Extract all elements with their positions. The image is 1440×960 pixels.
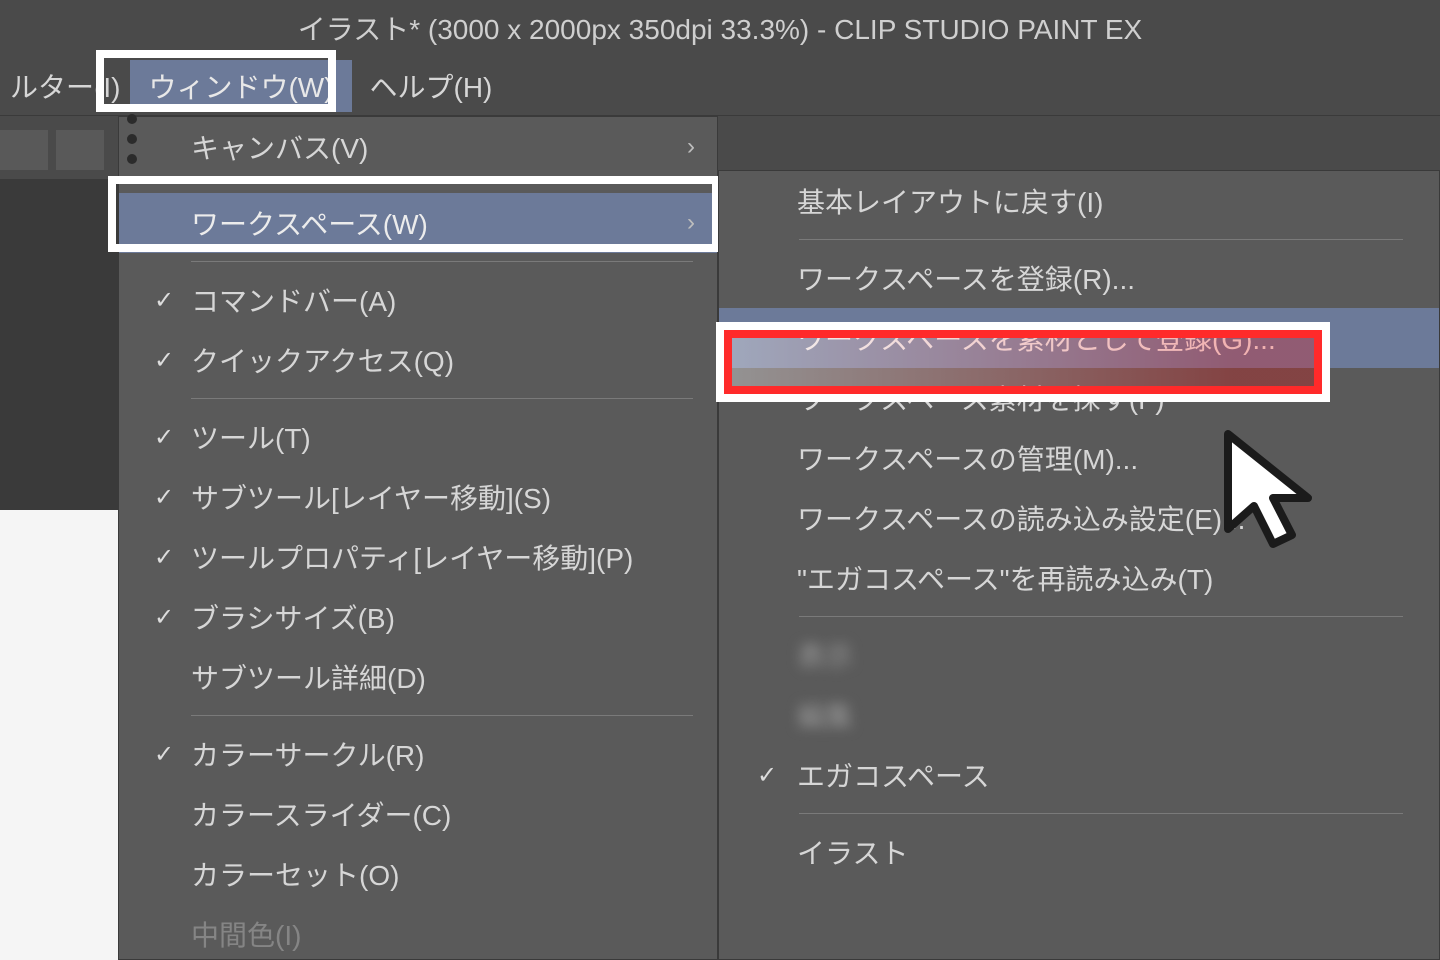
submenu-item-import-settings[interactable]: ワークスペースの読み込み設定(E)... <box>719 488 1439 548</box>
menu-item-label: 編集 <box>797 695 1417 735</box>
menu-separator <box>191 261 693 262</box>
menu-separator <box>799 616 1403 617</box>
menu-item-label: ワークスペース素材を探す(F) <box>797 378 1417 418</box>
menu-item-label: コマンドバー(A) <box>191 280 695 320</box>
menu-item-color-circle[interactable]: ✓ カラーサークル(R) <box>119 724 717 784</box>
submenu-item-reread-named[interactable]: "エガコスペース"を再読み込み(T) <box>719 548 1439 608</box>
dock-area <box>0 180 118 510</box>
menu-item-workspace[interactable]: ワークスペース(W) › <box>119 193 717 253</box>
menu-item-label: クイックアクセス(Q) <box>191 340 695 380</box>
menu-item-label: 中間色(I) <box>191 914 695 954</box>
check-icon: ✓ <box>137 423 191 452</box>
menu-item-label: ワークスペースを登録(R)... <box>797 258 1417 298</box>
menu-item-cutoff[interactable]: 中間色(I) <box>119 904 717 960</box>
menu-item-label: 基本レイアウトに戻す(I) <box>797 181 1417 221</box>
chevron-right-icon: › <box>665 209 695 237</box>
menu-item-label: ワークスペースの読み込み設定(E)... <box>797 498 1417 538</box>
check-icon: ✓ <box>737 761 797 790</box>
submenu-item-manage-workspace[interactable]: ワークスペースの管理(M)... <box>719 428 1439 488</box>
check-icon: ✓ <box>137 740 191 769</box>
menu-item-label: ワークスペース(W) <box>191 203 665 243</box>
menu-item-label: カラースライダー(C) <box>191 794 695 834</box>
menu-separator <box>191 715 693 716</box>
submenu-item-blurred[interactable]: 表示 <box>719 625 1439 685</box>
submenu-item-find-workspace-material[interactable]: ワークスペース素材を探す(F) <box>719 368 1439 428</box>
menu-item-subtool-detail[interactable]: サブツール詳細(D) <box>119 647 717 707</box>
check-icon: ✓ <box>137 483 191 512</box>
menu-item-color-set[interactable]: カラーセット(O) <box>119 844 717 904</box>
check-icon: ✓ <box>137 286 191 315</box>
menu-window[interactable]: ウィンドウ(W) <box>130 60 351 112</box>
menu-item-tool-property[interactable]: ✓ ツールプロパティ[レイヤー移動](P) <box>119 527 717 587</box>
menu-item-label: サブツール[レイヤー移動](S) <box>191 477 695 517</box>
window-titlebar: イラスト* (3000 x 2000px 350dpi 33.3%) - CLI… <box>0 0 1440 56</box>
window-title: イラスト* (3000 x 2000px 350dpi 33.3%) - CLI… <box>298 8 1142 48</box>
check-icon: ✓ <box>137 543 191 572</box>
submenu-item-register-workspace[interactable]: ワークスペースを登録(R)... <box>719 248 1439 308</box>
menu-item-label: 表示 <box>797 635 1417 675</box>
menu-item-label: エガコスペース <box>797 755 1417 795</box>
menu-item-command-bar[interactable]: ✓ コマンドバー(A) <box>119 270 717 330</box>
submenu-item-reset-layout[interactable]: 基本レイアウトに戻す(I) <box>719 171 1439 231</box>
menu-help[interactable]: ヘルプ(H) <box>352 60 511 112</box>
menu-item-label: サブツール詳細(D) <box>191 657 695 697</box>
menu-item-label: ツールプロパティ[レイヤー移動](P) <box>191 537 695 577</box>
menu-item-canvas[interactable]: キャンバス(V) › <box>119 117 717 177</box>
menu-item-label: ワークスペースを素材として登録(G)... <box>797 318 1417 358</box>
check-icon: ✓ <box>137 346 191 375</box>
menu-item-label: カラーサークル(R) <box>191 734 695 774</box>
tool-icon[interactable] <box>0 130 48 170</box>
check-icon: ✓ <box>137 603 191 632</box>
submenu-item-named-workspace[interactable]: ✓ エガコスペース <box>719 745 1439 805</box>
menu-item-brush-size[interactable]: ✓ ブラシサイズ(B) <box>119 587 717 647</box>
submenu-item-blurred[interactable]: 編集 <box>719 685 1439 745</box>
menu-separator <box>799 813 1403 814</box>
menu-item-label: ワークスペースの管理(M)... <box>797 438 1417 478</box>
menu-item-subtool[interactable]: ✓ サブツール[レイヤー移動](S) <box>119 467 717 527</box>
menu-item-label: イラスト <box>797 832 1417 872</box>
menubar: ルター(I) ウィンドウ(W) ヘルプ(H) <box>0 56 1440 116</box>
submenu-item-illust-workspace[interactable]: イラスト <box>719 822 1439 882</box>
workspace-submenu: 基本レイアウトに戻す(I) ワークスペースを登録(R)... ワークスペースを素… <box>718 170 1440 960</box>
menu-filter[interactable]: ルター(I) <box>0 60 130 112</box>
menu-separator <box>799 239 1403 240</box>
menu-item-label: キャンバス(V) <box>191 127 665 167</box>
menu-item-label: ツール(T) <box>191 417 695 457</box>
menu-separator <box>191 398 693 399</box>
menu-item-quick-access[interactable]: ✓ クイックアクセス(Q) <box>119 330 717 390</box>
submenu-item-register-as-material[interactable]: ワークスペースを素材として登録(G)... <box>719 308 1439 368</box>
canvas-area <box>0 510 118 960</box>
window-menu-dropdown: キャンバス(V) › ワークスペース(W) › ✓ コマンドバー(A) ✓ クイ… <box>118 116 718 960</box>
menu-item-label: カラーセット(O) <box>191 854 695 894</box>
chevron-right-icon: › <box>665 133 695 161</box>
menu-item-color-slider[interactable]: カラースライダー(C) <box>119 784 717 844</box>
menu-item-tool[interactable]: ✓ ツール(T) <box>119 407 717 467</box>
menu-item-label: "エガコスペース"を再読み込み(T) <box>797 558 1417 598</box>
tool-icon[interactable] <box>56 130 104 170</box>
menu-item-label: ブラシサイズ(B) <box>191 597 695 637</box>
